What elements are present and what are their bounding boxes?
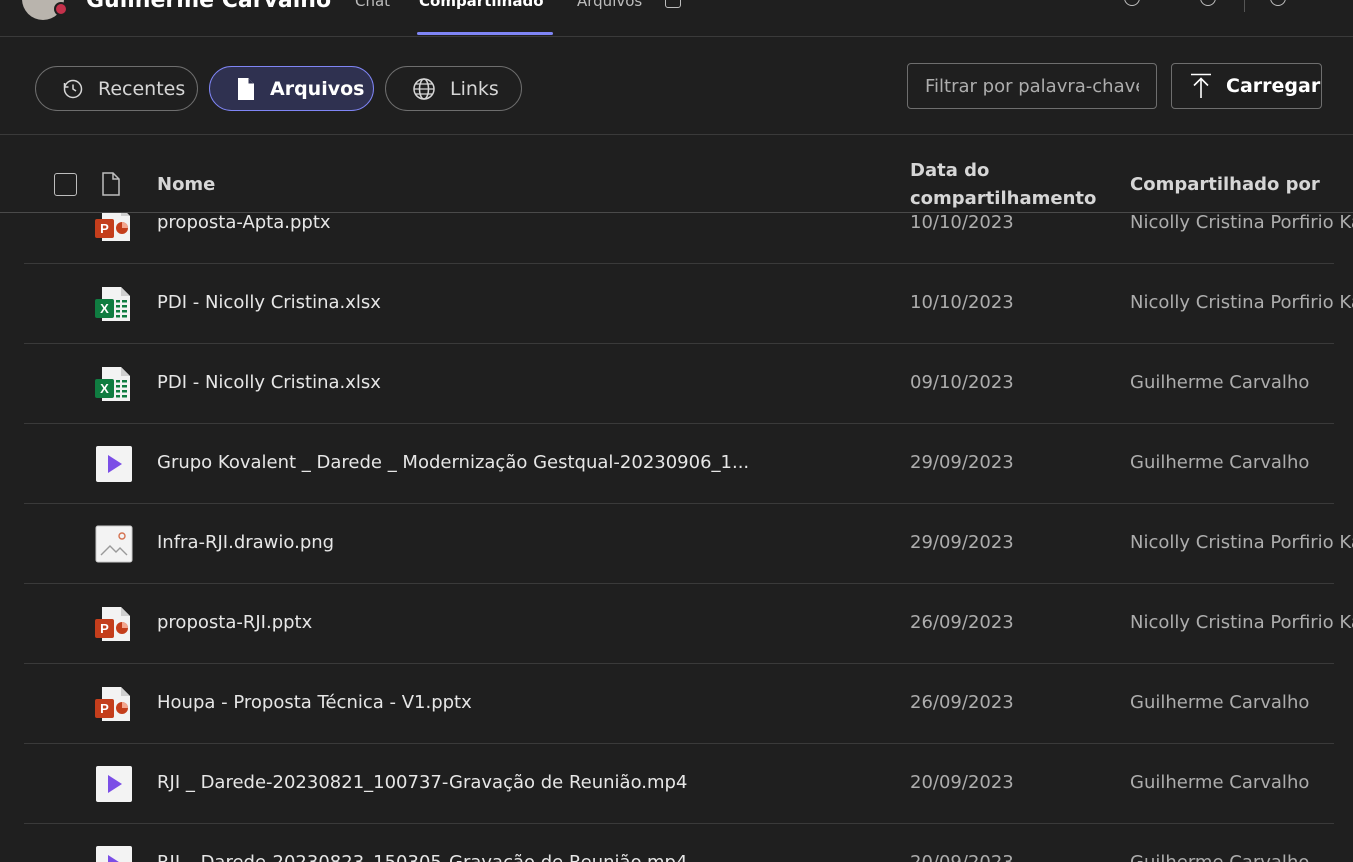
filter-links-label: Links [450, 77, 499, 100]
video-file-icon [94, 844, 134, 862]
table-row[interactable]: Grupo Kovalent _ Darede _ Modernização G… [24, 424, 1334, 504]
chat-header: Guilherme Carvalho Chat Compartilhado Ar… [0, 0, 1353, 37]
column-date-header-line1[interactable]: Data do [910, 157, 989, 185]
table-row[interactable]: RJI _ Darede-20230823_150305-Gravação de… [24, 824, 1334, 862]
svg-text:P: P [100, 701, 109, 716]
svg-text:P: P [100, 621, 109, 636]
shared-date: 20/09/2023 [910, 772, 1014, 793]
excel-file-icon: X [94, 284, 134, 324]
active-tab-indicator [417, 32, 553, 35]
table-row[interactable]: P proposta-RJI.pptx 26/09/2023 Nicolly C… [24, 584, 1353, 664]
shared-date: 26/09/2023 [910, 692, 1014, 713]
shared-by: Guilherme Carvalho [1130, 692, 1310, 713]
file-name[interactable]: Infra-RJI.drawio.png [157, 532, 334, 553]
call-icon[interactable] [1124, 0, 1140, 6]
svg-text:X: X [100, 301, 109, 316]
column-name-header[interactable]: Nome [157, 171, 215, 199]
upload-button[interactable]: Carregar [1171, 63, 1322, 109]
file-name[interactable]: proposta-RJI.pptx [157, 612, 312, 633]
file-name[interactable]: Houpa - Proposta Técnica - V1.pptx [157, 692, 472, 713]
shared-by: Guilherme Carvalho [1130, 852, 1309, 862]
shared-date: 29/09/2023 [910, 452, 1014, 473]
tab-shared[interactable]: Compartilhado [419, 0, 544, 10]
filter-files-label: Arquivos [270, 77, 365, 100]
file-type-icon [102, 172, 120, 196]
svg-text:P: P [100, 221, 109, 236]
file-name[interactable]: proposta-Apta.pptx [157, 212, 331, 233]
file-name[interactable]: RJI _ Darede-20230823_150305-Gravação de… [157, 852, 687, 862]
history-icon [63, 79, 83, 98]
powerpoint-file-icon: P [94, 684, 134, 724]
filter-files-button[interactable]: Arquivos [209, 66, 374, 111]
video-file-icon [94, 764, 134, 804]
file-name[interactable]: Grupo Kovalent _ Darede _ Modernização G… [157, 452, 749, 473]
column-date-header-line2[interactable]: compartilhamento [910, 185, 1096, 213]
files-table-header: Nome Data do compartilhamento Compartilh… [0, 135, 1353, 213]
tab-chat[interactable]: Chat [355, 0, 390, 10]
filter-recent-label: Recentes [98, 77, 186, 100]
shared-by: Nicolly Cristina Porfirio Ka [1130, 612, 1353, 633]
shared-date: 26/09/2023 [910, 612, 1014, 633]
shared-date: 20/09/2023 [910, 852, 1014, 862]
shared-date: 29/09/2023 [910, 532, 1014, 553]
select-all-checkbox[interactable] [54, 173, 77, 196]
shared-date: 09/10/2023 [910, 372, 1014, 393]
shared-by: Nicolly Cristina Porfirio Ka [1130, 532, 1353, 553]
shared-by: Guilherme Carvalho [1130, 772, 1310, 793]
tab-files[interactable]: Arquivos [577, 0, 642, 10]
shared-date: 10/10/2023 [910, 212, 1014, 233]
chat-title: Guilherme Carvalho [86, 0, 332, 13]
shared-by: Nicolly Cristina Porfirio Ka [1130, 212, 1353, 233]
add-tab-icon[interactable] [665, 0, 681, 8]
image-file-icon [94, 524, 134, 564]
search-icon[interactable] [1270, 0, 1286, 6]
shared-by: Nicolly Cristina Porfirio Ka [1130, 292, 1353, 313]
people-icon[interactable] [1200, 0, 1216, 6]
keyword-filter-input[interactable] [907, 63, 1157, 109]
file-name[interactable]: RJI _ Darede-20230821_100737-Gravação de… [157, 772, 687, 793]
toolbar-divider [1244, 0, 1245, 12]
document-icon [238, 77, 254, 100]
filter-recent-button[interactable]: Recentes [35, 66, 198, 111]
table-row[interactable]: Infra-RJI.drawio.png 29/09/2023 Nicolly … [24, 504, 1353, 584]
table-row[interactable]: X PDI - Nicolly Cristina.xlsx 10/10/2023… [24, 264, 1353, 344]
svg-text:X: X [100, 381, 109, 396]
column-shared-by-header[interactable]: Compartilhado por [1130, 171, 1320, 199]
video-file-icon [94, 444, 134, 484]
table-row[interactable]: P Houpa - Proposta Técnica - V1.pptx 26/… [24, 664, 1334, 744]
powerpoint-file-icon: P [94, 604, 134, 644]
table-row[interactable]: RJI _ Darede-20230821_100737-Gravação de… [24, 744, 1334, 824]
upload-label: Carregar [1226, 75, 1321, 97]
shared-date: 10/10/2023 [910, 292, 1014, 313]
presence-badge-icon [54, 2, 68, 16]
filter-links-button[interactable]: Links [385, 66, 522, 111]
table-row[interactable]: X PDI - Nicolly Cristina.xlsx 09/10/2023… [24, 344, 1334, 424]
shared-by: Guilherme Carvalho [1130, 452, 1310, 473]
file-name[interactable]: PDI - Nicolly Cristina.xlsx [157, 292, 381, 313]
globe-icon [413, 77, 435, 100]
excel-file-icon: X [94, 364, 134, 404]
file-name[interactable]: PDI - Nicolly Cristina.xlsx [157, 372, 381, 393]
shared-by: Guilherme Carvalho [1130, 372, 1310, 393]
upload-icon [1191, 73, 1211, 98]
